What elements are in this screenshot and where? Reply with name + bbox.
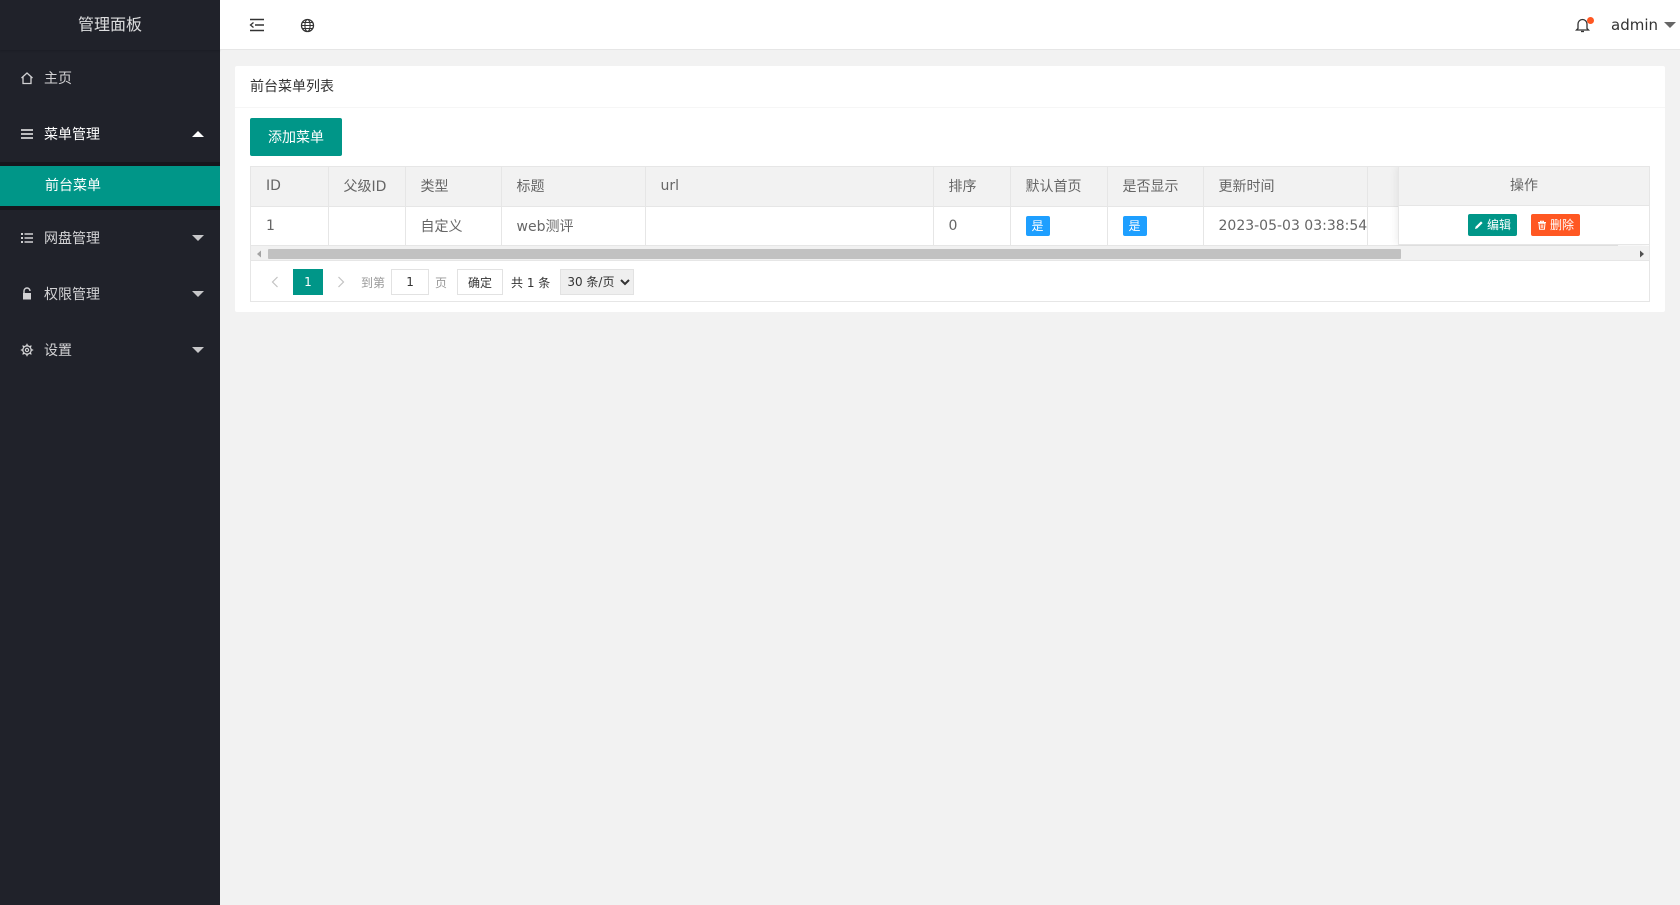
sidebar-item-label: 网盘管理 (44, 231, 100, 247)
column-header[interactable]: 类型 (405, 167, 502, 207)
cell-type: 自定义 (405, 206, 502, 246)
sidebar-item-label: 菜单管理 (44, 127, 100, 143)
cell-id: 1 (251, 206, 329, 246)
cell-updated: 2023-05-03 03:38:54 (1203, 206, 1369, 246)
globe-icon (300, 18, 314, 32)
cell-default-home: 是 (1010, 206, 1108, 246)
caret-down-icon (192, 235, 204, 241)
caret-up-icon (192, 131, 204, 137)
edit-button[interactable]: 编辑 (1467, 214, 1517, 236)
column-header[interactable]: 标题 (501, 167, 646, 207)
trash-icon (1538, 220, 1546, 230)
total-count: 共 1 条 (511, 275, 551, 290)
pencil-icon (1474, 221, 1483, 229)
sidebar-item-label: 权限管理 (44, 287, 100, 303)
cell-url (645, 206, 934, 246)
cell-title: web测评 (501, 206, 646, 246)
column-header[interactable]: ID (251, 167, 329, 207)
card-title: 前台菜单列表 (235, 66, 1665, 108)
goto-label: 到第 (361, 275, 386, 290)
notification-button[interactable] (1564, 0, 1600, 50)
add-menu-button[interactable]: 添加菜单 (250, 118, 342, 156)
page-size-select[interactable]: 10 条/页 20 条/页 30 条/页 40 条/页 50 条/页 (560, 269, 635, 295)
column-header[interactable]: 默认首页 (1010, 167, 1108, 207)
chevron-right-icon (338, 276, 345, 288)
delete-label: 删除 (1550, 218, 1575, 232)
app-logo: 管理面板 (0, 0, 220, 50)
column-header: 操作 (1399, 167, 1649, 206)
sidebar-item-label: 主页 (44, 71, 72, 87)
goto-confirm-button[interactable]: 确定 (457, 269, 504, 295)
sidebar-item-home[interactable]: 主页 (0, 50, 220, 106)
sidebar-item-label: 设置 (44, 343, 72, 359)
status-badge: 是 (1122, 215, 1147, 236)
home-icon (20, 71, 34, 85)
page-unit-label: 页 (435, 275, 448, 290)
next-page-button[interactable] (327, 269, 355, 295)
website-button[interactable] (282, 0, 332, 50)
goto-page-input[interactable] (391, 269, 430, 295)
menu-list-card: 前台菜单列表 添加菜单 ID 父级ID 类型 标题 url 排序 默认首页 是否… (235, 66, 1665, 312)
sidebar-toggle-button[interactable] (232, 0, 282, 50)
edit-label: 编辑 (1486, 218, 1511, 232)
column-header[interactable]: url (645, 167, 934, 207)
notification-dot (1587, 17, 1594, 24)
cell-parent-id (328, 206, 406, 246)
pagination: 1 到第 页 确定 共 1 条 10 条/页 20 条/页 30 条/页 40 … (251, 262, 1649, 301)
column-header[interactable]: 排序 (933, 167, 1011, 207)
list-icon (20, 231, 34, 245)
caret-down-icon (192, 347, 204, 353)
cell-sort: 0 (933, 206, 1011, 246)
gear-icon (20, 343, 34, 357)
sidebar-item-settings[interactable]: 设置 (0, 322, 220, 378)
sidebar: 管理面板 主页 菜单管理 前台菜单 网盘管理 权限管理 设置 (0, 0, 220, 905)
delete-button[interactable]: 删除 (1531, 214, 1581, 236)
data-table: ID 父级ID 类型 标题 url 排序 默认首页 是否显示 更新时间 1 自定… (250, 166, 1650, 302)
column-header[interactable]: 是否显示 (1107, 167, 1204, 207)
lock-icon (20, 287, 34, 301)
caret-down-icon (192, 291, 204, 297)
sidebar-item-menu-management[interactable]: 菜单管理 (0, 106, 220, 162)
column-header[interactable]: 更新时间 (1203, 167, 1369, 207)
user-name: admin (1611, 16, 1658, 34)
indent-icon (249, 18, 264, 32)
scrollbar-thumb[interactable] (268, 249, 1401, 259)
sidebar-subitem-frontend-menu[interactable]: 前台菜单 (0, 166, 220, 206)
chevron-left-icon (271, 276, 278, 288)
scroll-right-icon[interactable] (1634, 246, 1649, 261)
row-actions: 编辑 删除 (1399, 206, 1649, 245)
caret-down-icon (1664, 22, 1676, 28)
list-icon (20, 127, 34, 141)
submenu: 前台菜单 (0, 162, 220, 210)
top-header: admin (220, 0, 1680, 50)
fixed-actions-column: 操作 编辑 删除 (1398, 167, 1649, 245)
horizontal-scrollbar[interactable] (251, 246, 1649, 261)
status-badge: 是 (1025, 215, 1050, 236)
sidebar-item-permission-management[interactable]: 权限管理 (0, 266, 220, 322)
sidebar-item-netdisk-management[interactable]: 网盘管理 (0, 210, 220, 266)
prev-page-button[interactable] (261, 269, 289, 295)
current-page[interactable]: 1 (293, 269, 323, 295)
column-header[interactable]: 父级ID (328, 167, 406, 207)
cell-visible: 是 (1107, 206, 1204, 246)
user-menu[interactable]: admin (1611, 0, 1676, 50)
scroll-left-icon[interactable] (251, 246, 266, 261)
